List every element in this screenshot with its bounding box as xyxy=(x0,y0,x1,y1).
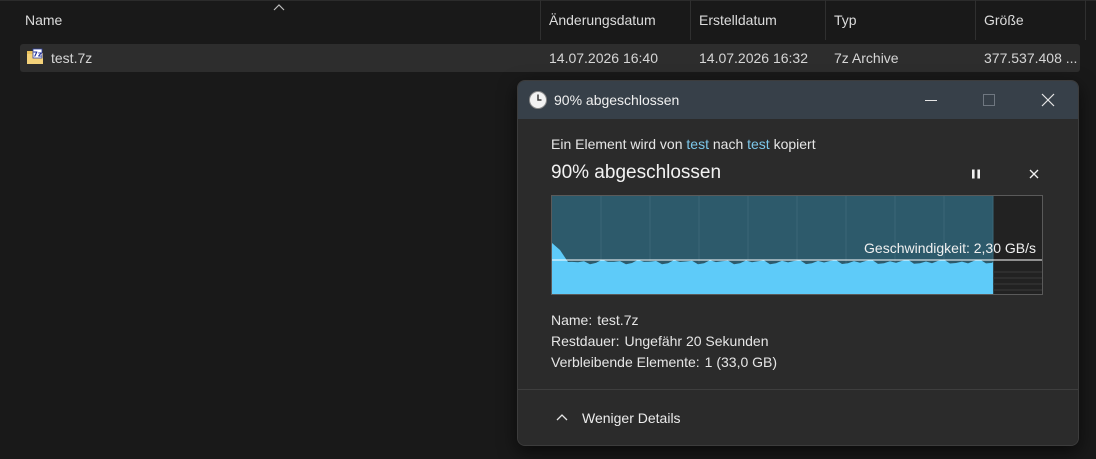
speed-label: Geschwindigkeit: 2,30 GB/s xyxy=(864,240,1036,256)
description-prefix: Ein Element wird von xyxy=(551,136,687,152)
dialog-title: 90% abgeschlossen xyxy=(554,92,680,108)
dialog-footer: Weniger Details xyxy=(518,390,1078,445)
file-modified: 14.07.2026 16:40 xyxy=(549,50,658,66)
minimize-icon xyxy=(925,100,937,101)
detail-remaining-items: Verbleibende Elemente: 1 (33,0 GB) xyxy=(551,354,777,370)
detail-name: Name: test.7z xyxy=(551,312,638,328)
7z-archive-icon: 7z xyxy=(27,48,43,64)
cancel-copy-button[interactable] xyxy=(1022,162,1046,186)
detail-remaining-items-value: 1 (33,0 GB) xyxy=(704,354,778,370)
column-header-size[interactable]: Größe xyxy=(976,0,1086,40)
pause-button[interactable] xyxy=(964,162,988,186)
source-link[interactable]: test xyxy=(686,136,709,152)
dialog-titlebar[interactable]: 90% abgeschlossen xyxy=(518,81,1078,119)
maximize-button xyxy=(966,81,1012,119)
svg-text:7z: 7z xyxy=(33,51,42,59)
column-header-created[interactable]: Erstelldatum xyxy=(691,0,826,40)
close-window-button[interactable] xyxy=(1025,81,1071,119)
less-details-button[interactable]: Weniger Details xyxy=(548,404,681,432)
detail-remaining-items-label: Verbleibende Elemente: xyxy=(551,354,700,370)
file-row[interactable]: 7z test.7z 14.07.2026 16:40 14.07.2026 1… xyxy=(20,44,1080,72)
close-icon xyxy=(1029,169,1039,179)
chevron-up-icon xyxy=(556,414,568,421)
column-header-modified[interactable]: Änderungsdatum xyxy=(541,0,691,40)
detail-remaining-time-value: Ungefähr 20 Sekunden xyxy=(624,333,769,349)
file-size: 377.537.408 ... xyxy=(984,50,1078,66)
detail-remaining-time: Restdauer: Ungefähr 20 Sekunden xyxy=(551,333,768,349)
progress-heading: 90% abgeschlossen xyxy=(551,162,722,183)
maximize-icon xyxy=(983,94,995,106)
copy-description: Ein Element wird von test nach test kopi… xyxy=(551,136,816,152)
minimize-button[interactable] xyxy=(908,81,954,119)
column-header-type[interactable]: Typ xyxy=(826,0,976,40)
file-created: 14.07.2026 16:32 xyxy=(699,50,808,66)
copy-progress-dialog: 90% abgeschlossen Ein Element wird von t… xyxy=(517,80,1079,446)
close-icon xyxy=(1041,93,1055,107)
description-middle: nach xyxy=(708,136,748,152)
sort-ascending-icon xyxy=(273,4,285,11)
file-type: 7z Archive xyxy=(834,50,899,66)
description-suffix: kopiert xyxy=(769,136,816,152)
detail-name-label: Name: xyxy=(551,312,593,328)
clock-icon xyxy=(529,91,547,109)
pause-icon xyxy=(972,169,980,179)
detail-remaining-time-label: Restdauer: xyxy=(551,333,620,349)
transfer-speed-graph: Geschwindigkeit: 2,30 GB/s xyxy=(551,195,1043,295)
column-header-bar: Name Änderungsdatum Erstelldatum Typ Grö… xyxy=(0,0,1096,40)
file-name[interactable]: test.7z xyxy=(51,44,531,72)
detail-name-value: test.7z xyxy=(597,312,639,328)
destination-link[interactable]: test xyxy=(747,136,770,152)
